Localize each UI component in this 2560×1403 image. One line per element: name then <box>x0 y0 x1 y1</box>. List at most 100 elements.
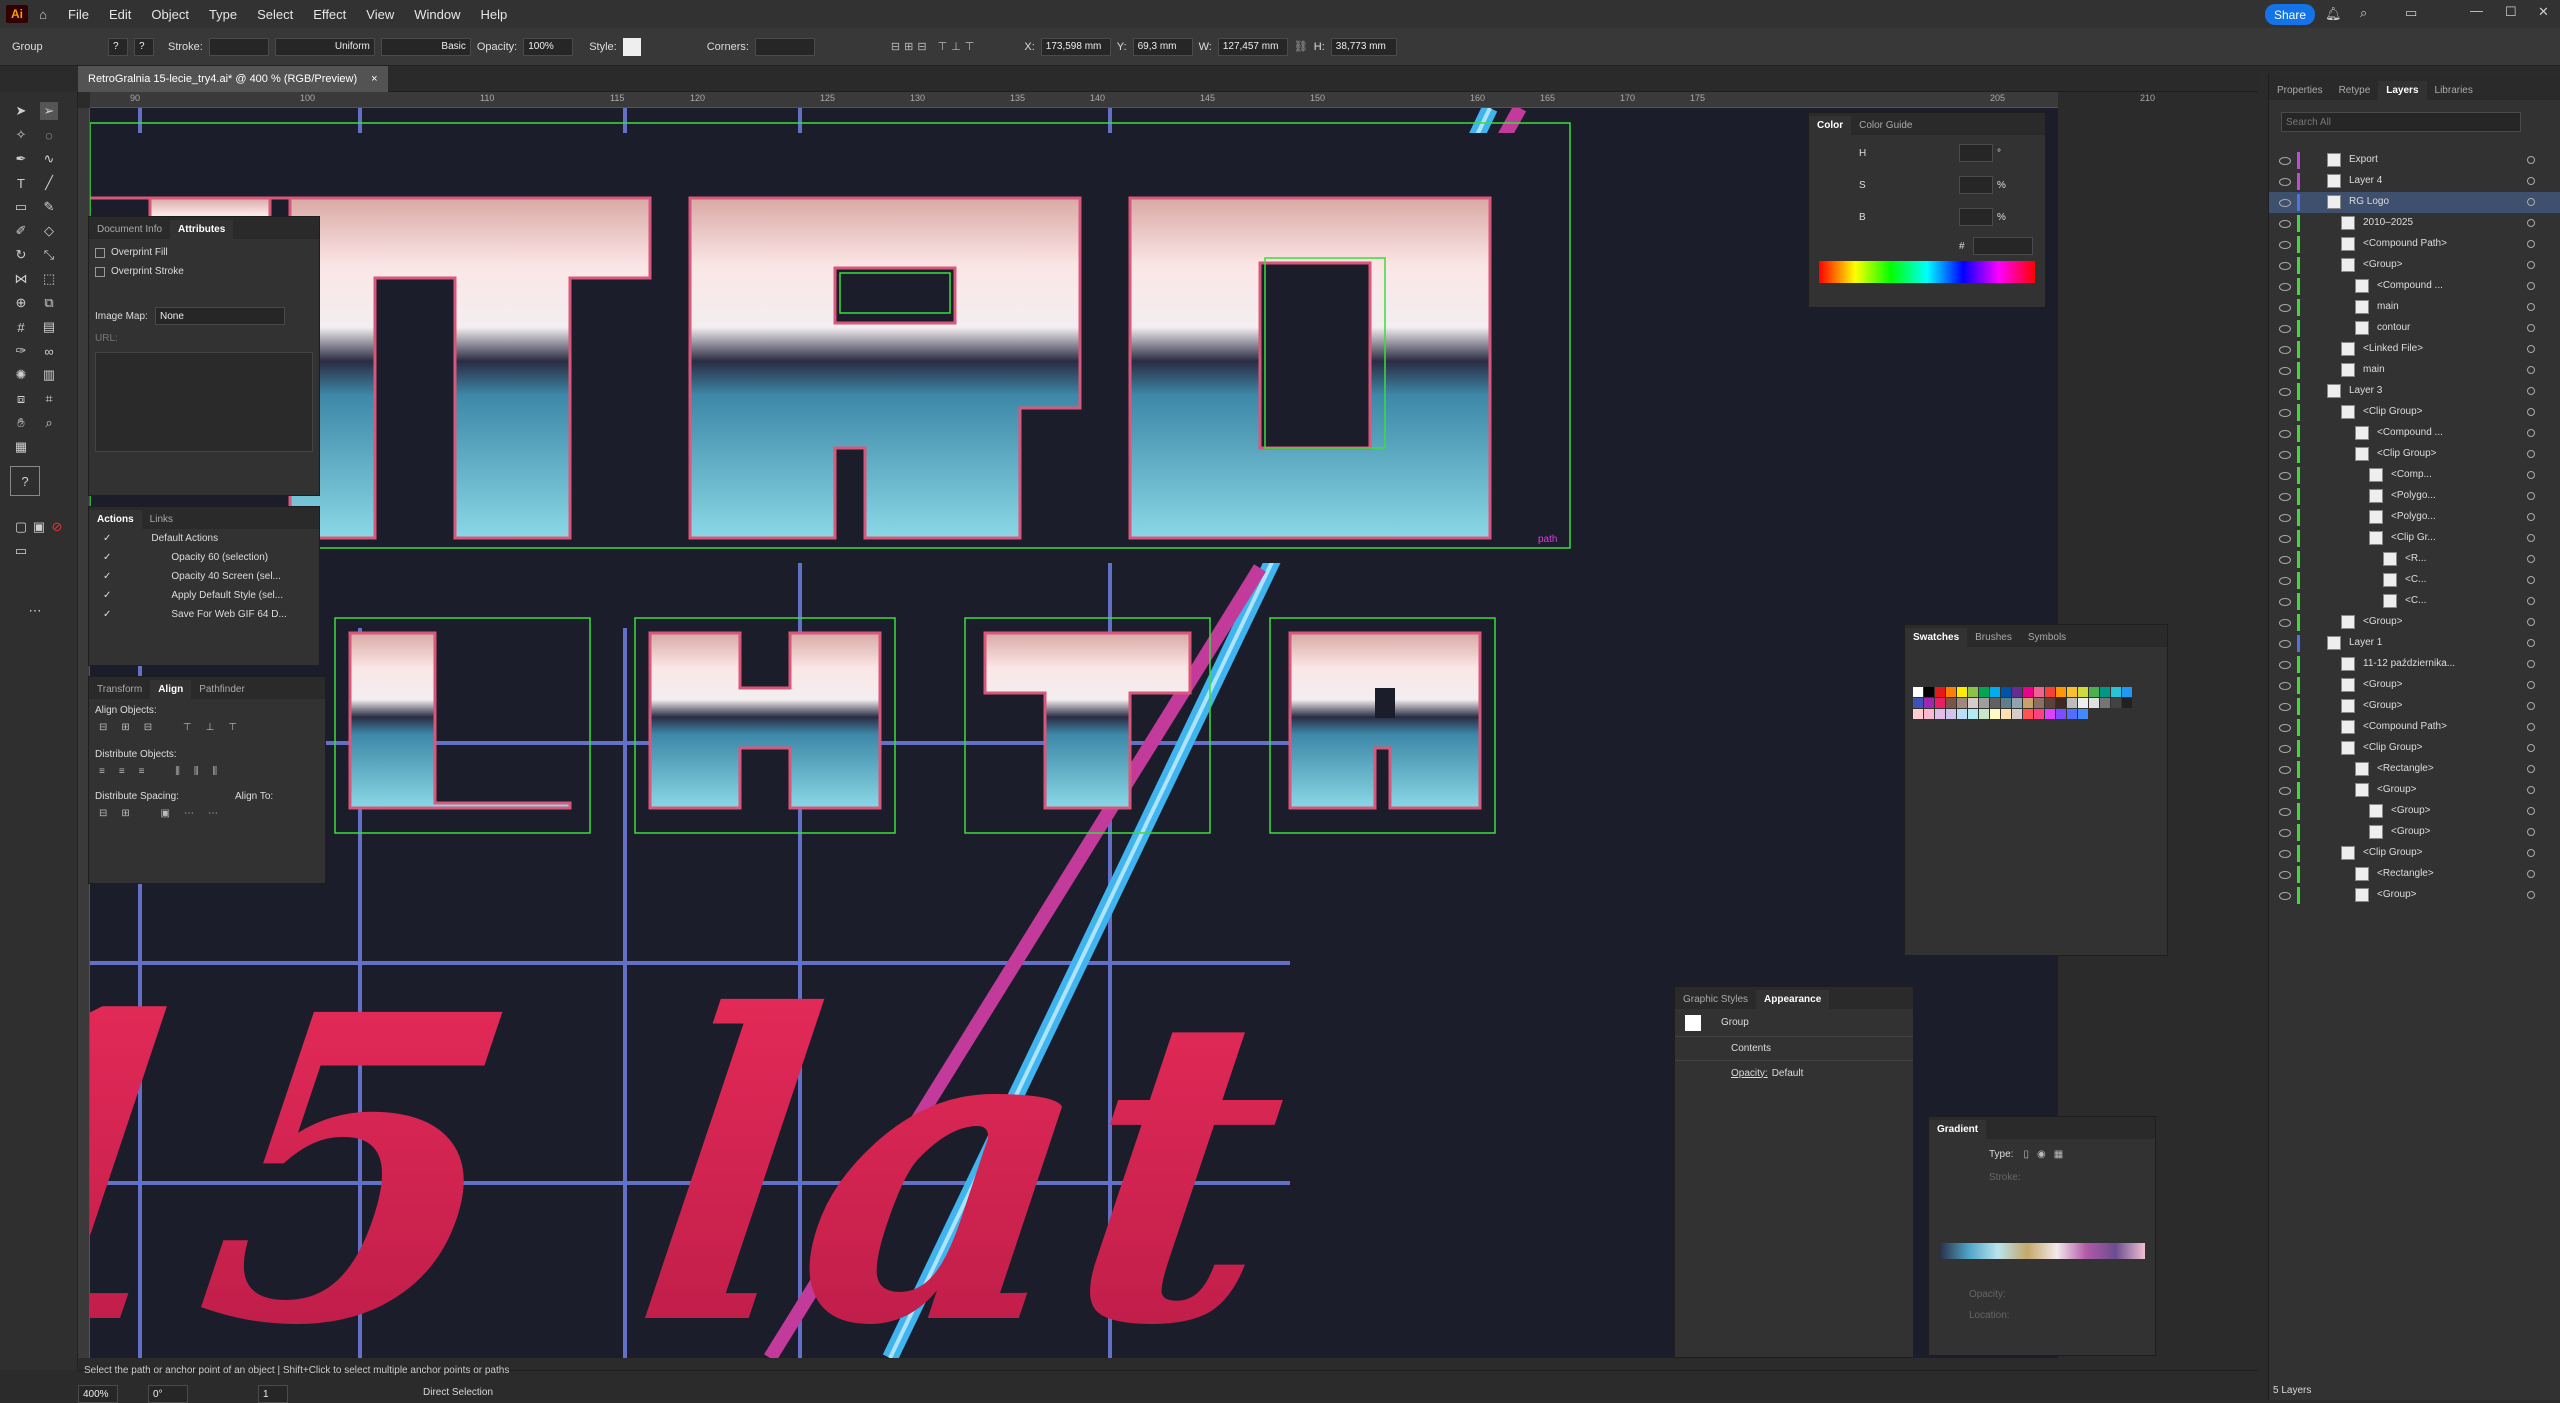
color-swatch[interactable] <box>1946 709 1956 719</box>
visibility-eye-icon[interactable] <box>2279 387 2291 396</box>
color-swatch[interactable] <box>1935 709 1945 719</box>
perspective-grid-icon[interactable]: ⧉ <box>40 294 58 312</box>
close-tab-icon[interactable]: × <box>371 73 377 85</box>
appearance-contents-row[interactable]: Contents <box>1675 1037 1913 1061</box>
color-swatch[interactable] <box>2001 698 2011 708</box>
target-icon[interactable] <box>2527 849 2535 857</box>
menu-view[interactable]: View <box>356 7 404 22</box>
visibility-eye-icon[interactable] <box>2279 429 2291 438</box>
distribute-spacing-buttons-icon[interactable]: ⊟⊞ ▣⋯⋯ <box>99 808 315 819</box>
stroke-weight-field[interactable] <box>208 37 269 56</box>
align-objects-buttons-icon[interactable]: ⊟⊞⊟ ⊤⊥⊤ <box>99 722 315 733</box>
y-field[interactable]: 69,3 mm <box>1132 37 1193 56</box>
layer-row[interactable]: <Rectangle> <box>2269 864 2560 885</box>
action-item[interactable]: ✓ Apply Default Style (sel... <box>89 586 319 605</box>
hand-tool-icon[interactable]: ✋︎ <box>12 414 30 432</box>
visibility-eye-icon[interactable] <box>2279 408 2291 417</box>
target-icon[interactable] <box>2527 555 2535 563</box>
target-icon[interactable] <box>2527 219 2535 227</box>
visibility-eye-icon[interactable] <box>2279 261 2291 270</box>
menu-type[interactable]: Type <box>199 7 247 22</box>
menu-effect[interactable]: Effect <box>303 7 356 22</box>
overprint-stroke-checkbox[interactable] <box>95 266 105 277</box>
color-swatch[interactable] <box>2012 687 2022 697</box>
free-transform-icon[interactable]: ⬚ <box>40 270 58 288</box>
type-tool-icon[interactable]: T <box>12 174 30 192</box>
target-icon[interactable] <box>2527 303 2535 311</box>
action-item[interactable]: ✓ Default Actions <box>89 529 319 548</box>
color-swatch[interactable] <box>1946 698 1956 708</box>
tab-color[interactable]: Color <box>1809 116 1852 135</box>
layer-row[interactable]: 11-12 października... <box>2269 654 2560 675</box>
color-swatch[interactable] <box>2034 687 2044 697</box>
none-mode-icon[interactable]: ⊘ <box>48 518 66 536</box>
color-swatch[interactable] <box>1990 698 2000 708</box>
layer-row[interactable]: <R... <box>2269 549 2560 570</box>
visibility-eye-icon[interactable] <box>2279 891 2291 900</box>
share-button[interactable]: Share <box>2265 4 2315 25</box>
layer-row[interactable]: RG Logo <box>2269 192 2560 213</box>
shape-builder-icon[interactable]: ⊕ <box>12 294 30 312</box>
paintbrush-icon[interactable]: ✎ <box>40 198 58 216</box>
visibility-eye-icon[interactable] <box>2279 240 2291 249</box>
blend-tool-icon[interactable]: ∞ <box>40 342 58 360</box>
tab-brushes[interactable]: Brushes <box>1967 628 2020 647</box>
target-icon[interactable] <box>2527 744 2535 752</box>
layer-row[interactable]: <Polygo... <box>2269 507 2560 528</box>
color-swatch[interactable] <box>2067 698 2077 708</box>
color-swatch[interactable] <box>2045 687 2055 697</box>
stroke-profile-select[interactable]: Uniform <box>274 37 375 56</box>
rotation-field[interactable]: 0° <box>148 1385 188 1403</box>
bell-icon[interactable]: 🔔︎ <box>2325 6 2342 22</box>
visibility-eye-icon[interactable] <box>2279 744 2291 753</box>
layer-row[interactable]: <C... <box>2269 570 2560 591</box>
color-swatch[interactable] <box>2100 687 2110 697</box>
color-swatch[interactable] <box>2078 709 2088 719</box>
tab-links[interactable]: Links <box>142 510 181 529</box>
layer-row[interactable]: <Group> <box>2269 822 2560 843</box>
target-icon[interactable] <box>2527 261 2535 269</box>
brush-select[interactable]: Basic <box>380 37 471 56</box>
color-swatch[interactable] <box>2089 687 2099 697</box>
zoom-field[interactable]: 400% <box>78 1385 118 1403</box>
tab-pathfinder[interactable]: Pathfinder <box>191 680 253 699</box>
visibility-eye-icon[interactable] <box>2279 513 2291 522</box>
visibility-eye-icon[interactable] <box>2279 324 2291 333</box>
visibility-eye-icon[interactable] <box>2279 198 2291 207</box>
rectangle-tool-icon[interactable]: ▭ <box>12 198 30 216</box>
target-icon[interactable] <box>2527 471 2535 479</box>
tab-appearance[interactable]: Appearance <box>1756 990 1830 1009</box>
gradient-type-buttons-icon[interactable]: ▯◉▦ <box>2023 1149 2071 1160</box>
layer-row[interactable]: <Group> <box>2269 885 2560 906</box>
color-swatch[interactable] <box>2045 698 2055 708</box>
layer-row[interactable]: contour <box>2269 318 2560 339</box>
action-item[interactable]: ✓ Opacity 60 (selection) <box>89 548 319 567</box>
layer-row[interactable]: Export <box>2269 150 2560 171</box>
visibility-eye-icon[interactable] <box>2279 219 2291 228</box>
target-icon[interactable] <box>2527 345 2535 353</box>
color-swatch[interactable] <box>1924 687 1934 697</box>
visibility-eye-icon[interactable] <box>2279 807 2291 816</box>
target-icon[interactable] <box>2527 240 2535 248</box>
color-swatch[interactable] <box>2034 698 2044 708</box>
target-icon[interactable] <box>2527 639 2535 647</box>
tab-graphic-styles[interactable]: Graphic Styles <box>1675 990 1756 1009</box>
tab-attributes[interactable]: Attributes <box>170 220 234 239</box>
visibility-eye-icon[interactable] <box>2279 597 2291 606</box>
color-swatch[interactable] <box>2023 687 2033 697</box>
color-swatch[interactable] <box>1924 698 1934 708</box>
target-icon[interactable] <box>2527 534 2535 542</box>
layer-row[interactable]: <Clip Gr... <box>2269 528 2560 549</box>
color-swatch[interactable] <box>2034 709 2044 719</box>
layer-row[interactable]: <Compound ... <box>2269 276 2560 297</box>
target-icon[interactable] <box>2527 429 2535 437</box>
screen-mode-icon[interactable]: ▭ <box>12 542 30 560</box>
maximize-icon[interactable]: ☐ <box>2505 4 2517 20</box>
color-swatch[interactable] <box>1913 698 1923 708</box>
layer-row[interactable]: <Group> <box>2269 801 2560 822</box>
visibility-eye-icon[interactable] <box>2279 870 2291 879</box>
target-icon[interactable] <box>2527 723 2535 731</box>
color-swatch[interactable] <box>2111 687 2121 697</box>
visibility-eye-icon[interactable] <box>2279 786 2291 795</box>
tab-align[interactable]: Align <box>150 680 192 699</box>
